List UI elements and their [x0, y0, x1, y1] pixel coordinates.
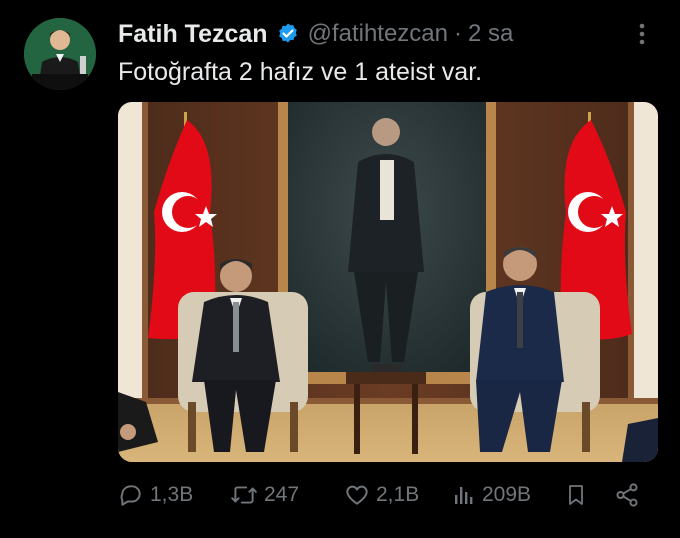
share-button[interactable] — [614, 478, 640, 512]
action-bar: 1,3B 247 2,1B 209B — [118, 478, 648, 512]
tweet-text: Fotoğrafta 2 hafız ve 1 ateist var. — [118, 58, 483, 86]
tweet-photo[interactable] — [118, 102, 658, 462]
views-count: 209B — [482, 483, 532, 506]
repost-count: 247 — [264, 483, 300, 506]
photo-scene — [118, 102, 658, 462]
repost-button[interactable]: 247 — [230, 478, 299, 512]
author-name[interactable]: Fatih Tezcan — [118, 20, 268, 49]
like-icon — [344, 482, 370, 508]
more-options-icon[interactable] — [632, 20, 652, 48]
repost-icon — [230, 482, 258, 508]
reply-button[interactable]: 1,3B — [118, 478, 193, 512]
verified-badge-icon — [276, 22, 300, 46]
avatar-image — [24, 18, 96, 90]
time-separator: · — [454, 20, 462, 47]
avatar[interactable] — [24, 18, 96, 90]
author-handle[interactable]: @fatihtezcan — [308, 20, 448, 48]
views-icon — [452, 482, 476, 508]
like-button[interactable]: 2,1B — [344, 478, 419, 512]
tweet-header: Fatih Tezcan @fatihtezcan · 2 sa — [118, 18, 513, 50]
share-icon — [614, 482, 640, 508]
views-button[interactable]: 209B — [452, 478, 531, 512]
bookmark-icon — [564, 482, 588, 508]
reply-icon — [118, 482, 144, 508]
bookmark-button[interactable] — [564, 478, 588, 512]
like-count: 2,1B — [376, 483, 420, 506]
post-time[interactable]: 2 sa — [468, 20, 513, 48]
reply-count: 1,3B — [150, 483, 194, 506]
